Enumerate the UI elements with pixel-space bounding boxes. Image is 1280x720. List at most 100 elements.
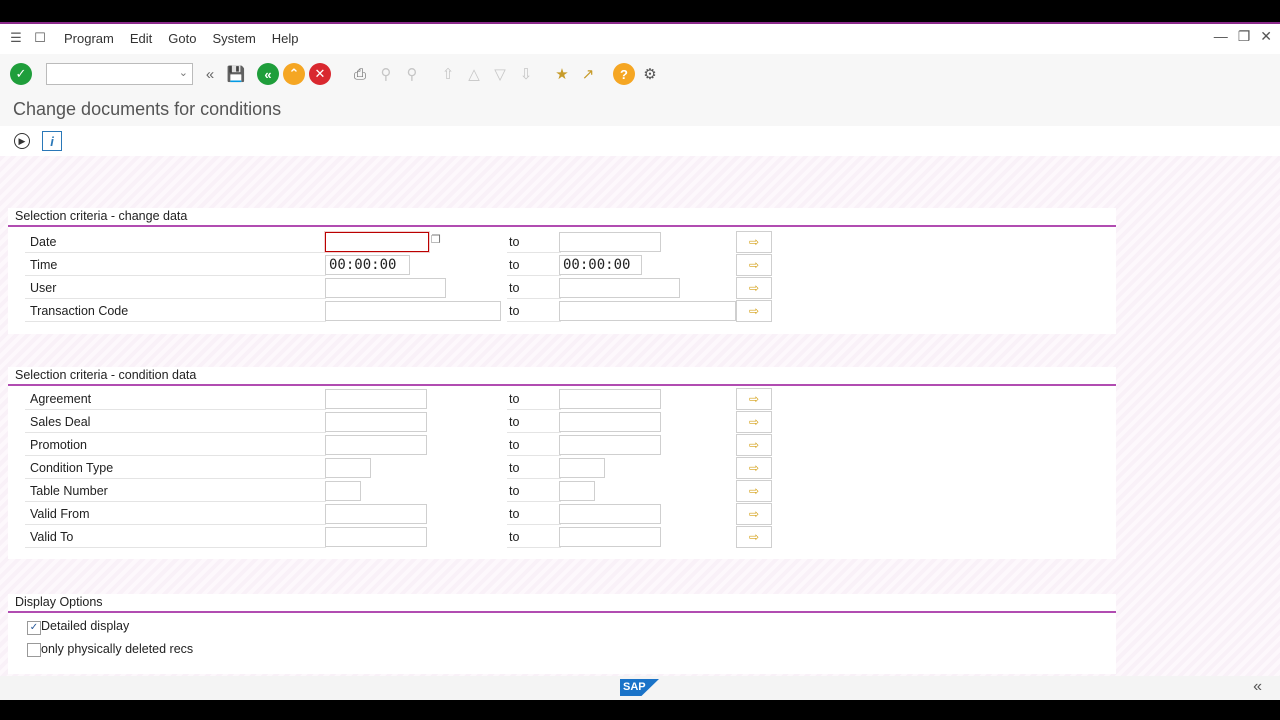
cancel-icon[interactable]: ✕ <box>309 63 331 85</box>
multiple-selection-icon: ⇨ <box>748 281 760 295</box>
multiple-selection-button[interactable]: ⇨ <box>736 434 772 456</box>
restore-icon[interactable]: ❐ <box>1238 28 1251 45</box>
window-menu-icon[interactable]: ☰ <box>8 30 24 45</box>
multiple-selection-button[interactable]: ⇨ <box>736 277 772 299</box>
multiple-selection-button[interactable]: ⇨ <box>736 503 772 525</box>
promotion-to-input[interactable] <box>559 435 661 455</box>
tcode-from-input[interactable] <box>325 301 501 321</box>
find-icon: ⚲ <box>380 66 392 83</box>
next-page-icon: ▽ <box>494 66 506 83</box>
menu-edit[interactable]: Edit <box>130 31 152 46</box>
info-icon[interactable]: i <box>42 131 62 151</box>
row-date: Date ❐ to ⇨ <box>25 231 772 253</box>
group-heading: Display Options <box>8 594 1116 613</box>
multiple-selection-button[interactable]: ⇨ <box>736 526 772 548</box>
valid-to-from-input[interactable] <box>325 527 427 547</box>
selection-screen: Selection criteria - change data Date ❐ … <box>0 156 1280 676</box>
exit-icon[interactable]: ⌃ <box>283 63 305 85</box>
to-label: to <box>507 255 561 276</box>
menu-help[interactable]: Help <box>272 31 299 46</box>
group-condition-data: Selection criteria - condition data Agre… <box>8 367 1116 559</box>
time-from-input[interactable]: 00:00:00 <box>325 255 410 275</box>
menu-program[interactable]: Program <box>64 31 114 46</box>
row-sales-deal: Sales Deal to ⇨ <box>25 411 772 433</box>
execute-icon[interactable]: ▶ <box>14 133 30 149</box>
standard-toolbar: ✓ ⌄ « 💾 « ⌃ ✕ ⎙ ⚲ ⚲ ⇧ △ ▽ ⇩ ★ ↗ ? ⚙ <box>0 54 1280 94</box>
multiple-selection-icon: ⇨ <box>748 235 760 249</box>
collapse-status-icon[interactable]: « <box>1253 678 1262 696</box>
user-from-input[interactable] <box>325 278 446 298</box>
table-number-from-input[interactable] <box>325 481 361 501</box>
title-bar: Change documents for conditions <box>0 94 1280 126</box>
to-label: to <box>507 458 561 479</box>
generate-shortcut-icon[interactable]: ↗ <box>577 63 599 85</box>
sales-deal-to-input[interactable] <box>559 412 661 432</box>
sap-window: ☰ ☐ Program Edit Goto System Help — ❐ ✕ … <box>0 22 1280 700</box>
page-title: Change documents for conditions <box>13 99 282 119</box>
multiple-selection-icon: ⇨ <box>748 258 760 272</box>
time-to-input[interactable]: 00:00:00 <box>559 255 642 275</box>
create-session-icon[interactable]: ★ <box>551 63 573 85</box>
menu-goto[interactable]: Goto <box>168 31 196 46</box>
multiple-selection-button[interactable]: ⇨ <box>736 300 772 322</box>
field-label: Time <box>25 255 326 276</box>
previous-page-icon: △ <box>468 66 480 83</box>
group-display-options: Display Options ✓ Detailed display only … <box>8 594 1116 674</box>
menu-system[interactable]: System <box>212 31 255 46</box>
multiple-selection-button[interactable]: ⇨ <box>736 231 772 253</box>
valid-from-from-input[interactable] <box>325 504 427 524</box>
multiple-selection-button[interactable]: ⇨ <box>736 254 772 276</box>
help-icon[interactable]: ? <box>613 63 635 85</box>
valid-from-to-input[interactable] <box>559 504 661 524</box>
row-agreement: Agreement to ⇨ <box>25 388 772 410</box>
gear-icon[interactable]: ⚙ <box>639 63 661 85</box>
multiple-selection-button[interactable]: ⇨ <box>736 388 772 410</box>
tcode-to-input[interactable] <box>559 301 736 321</box>
find-next-icon: ⚲ <box>406 66 418 83</box>
to-label: to <box>507 389 561 410</box>
row-user: User to ⇨ <box>25 277 772 299</box>
multiple-selection-button[interactable]: ⇨ <box>736 411 772 433</box>
deleted-recs-checkbox[interactable] <box>27 643 41 657</box>
multiple-selection-button[interactable]: ⇨ <box>736 457 772 479</box>
agreement-to-input[interactable] <box>559 389 661 409</box>
condition-type-from-input[interactable] <box>325 458 371 478</box>
condition-type-to-input[interactable] <box>559 458 605 478</box>
collapse-command-icon[interactable]: « <box>199 63 221 85</box>
field-label: User <box>25 278 326 299</box>
row-time: Time 00:00:00 to 00:00:00 ⇨ <box>25 254 772 276</box>
detailed-display-checkbox[interactable]: ✓ <box>27 621 41 635</box>
to-label: to <box>507 481 561 502</box>
valid-to-to-input[interactable] <box>559 527 661 547</box>
multiple-selection-icon: ⇨ <box>748 530 760 544</box>
date-from-input[interactable] <box>325 232 429 252</box>
status-bar: SAP « <box>0 676 1280 700</box>
sales-deal-from-input[interactable] <box>325 412 427 432</box>
back-icon[interactable]: « <box>257 63 279 85</box>
user-to-input[interactable] <box>559 278 680 298</box>
window-controls: — ❐ ✕ <box>1214 28 1272 45</box>
promotion-from-input[interactable] <box>325 435 427 455</box>
agreement-from-input[interactable] <box>325 389 427 409</box>
field-label: Valid To <box>25 527 326 548</box>
row-table-number: Table Number to ⇨ <box>25 480 772 502</box>
multiple-selection-button[interactable]: ⇨ <box>736 480 772 502</box>
last-page-icon: ⇩ <box>519 66 533 83</box>
enter-icon[interactable]: ✓ <box>10 63 32 85</box>
calendar-icon[interactable]: ❐ <box>431 233 441 246</box>
table-number-to-input[interactable] <box>559 481 595 501</box>
to-label: to <box>507 278 561 299</box>
close-window-icon[interactable]: ✕ <box>1260 28 1272 45</box>
command-field[interactable]: ⌄ <box>46 63 193 85</box>
chevron-down-icon[interactable]: ⌄ <box>179 66 188 79</box>
save-icon[interactable]: 💾 <box>225 63 247 85</box>
to-label: to <box>507 232 561 253</box>
print-icon[interactable]: ⎙ <box>349 63 371 85</box>
deleted-recs-label: only physically deleted recs <box>41 642 194 656</box>
row-condition-type: Condition Type to ⇨ <box>25 457 772 479</box>
customize-layout-icon[interactable]: ☐ <box>32 30 48 45</box>
field-label: Promotion <box>25 435 326 456</box>
date-to-input[interactable] <box>559 232 661 252</box>
multiple-selection-icon: ⇨ <box>748 484 760 498</box>
minimize-icon[interactable]: — <box>1214 28 1228 45</box>
